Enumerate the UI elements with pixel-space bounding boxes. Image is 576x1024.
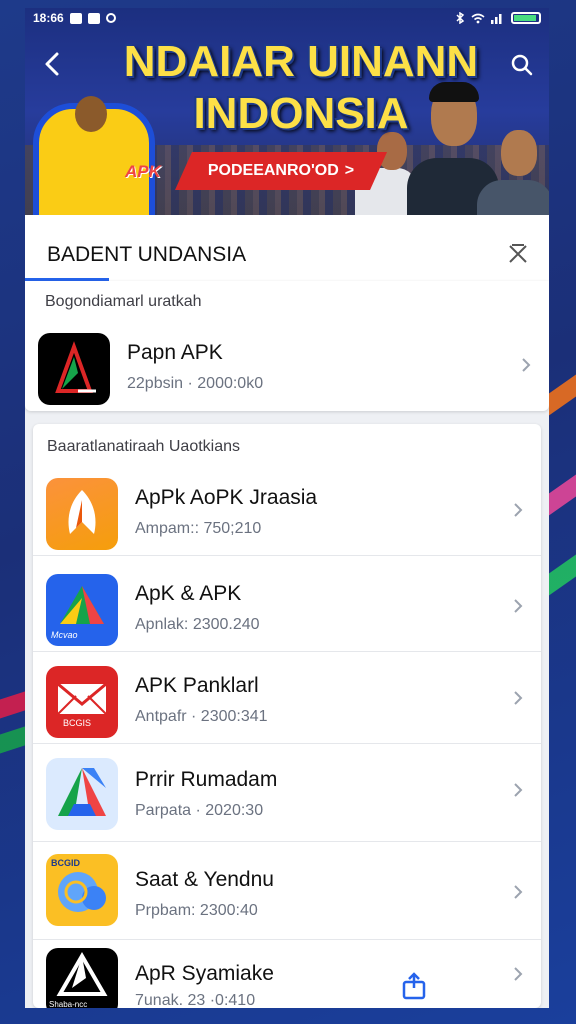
- list-item-meta: Apnlak: 2300.240: [135, 616, 260, 633]
- list-item[interactable]: BCGIS APK Panklarl Antpafr · 2300:341: [33, 652, 541, 744]
- list-item[interactable]: ApPk AoPK Jraasia Ampam:: 750;210: [33, 464, 541, 556]
- list-item-icon-caption: Mcvao: [51, 630, 78, 640]
- signal-icon: [491, 14, 502, 24]
- list-item-name: Prrir Rumadam: [135, 768, 278, 791]
- status-bar: 18:66: [25, 8, 549, 28]
- list-item[interactable]: Prrir Rumadam Parpata · 2020:30: [33, 744, 541, 842]
- list-item-meta: Parpata · 2020:30: [135, 802, 264, 819]
- banner-person-2-head: [501, 130, 537, 176]
- list-item-name: Saat & Yendnu: [135, 868, 274, 891]
- featured-app-icon: [38, 333, 110, 405]
- notification-icon: [69, 12, 82, 24]
- section-title-bar: BADENT UNDANSIA: [25, 215, 549, 282]
- chevron-right-icon: [514, 599, 523, 613]
- list-item-icon-caption: Shaba-ncc: [49, 1000, 88, 1008]
- banner-apk-tag: APK: [125, 162, 161, 181]
- battery-icon: [511, 12, 541, 24]
- chevron-right-icon: [522, 358, 531, 372]
- chevron-right-icon: [514, 885, 523, 899]
- share-icon[interactable]: [401, 972, 427, 1000]
- chevron-right-icon: [514, 503, 523, 517]
- promo-button[interactable]: PODEEANRO'OD >: [175, 152, 387, 190]
- list-item-name: ApK & APK: [135, 582, 242, 605]
- list-item-name: ApPk AoPK Jraasia: [135, 486, 318, 509]
- banner-player-head: [75, 96, 107, 132]
- phone-screen: NDAIAR UINANN INDONSIA APK PODEEANRO'OD …: [25, 8, 549, 1008]
- list-item-icon-caption: BCGID: [51, 858, 80, 868]
- featured-app-meta: 22pbsin · 2000:0k0: [127, 375, 264, 392]
- featured-section-label: Bogondiamarl uratkah: [45, 293, 202, 310]
- sync-icon: [105, 13, 116, 23]
- featured-card: Bogondiamarl uratkah Papn APK 22pbsin · …: [25, 281, 549, 411]
- banner-person-2: [477, 180, 549, 215]
- close-icon[interactable]: [507, 243, 529, 265]
- list-item-meta: Ampam:: 750;210: [135, 520, 262, 537]
- list-item-name: ApR Syamiake: [135, 962, 274, 985]
- promo-label: PODEEANRO'OD: [207, 162, 339, 179]
- list-item[interactable]: Shaba-ncc ApR Syamiake 7unak. 23 ·0:410: [33, 940, 541, 1008]
- list-item-meta: 7unak. 23 ·0:410: [135, 992, 256, 1008]
- promo-arrow-icon: >: [344, 162, 355, 179]
- black-triangle-icon: [46, 948, 118, 1008]
- page-title: BADENT UNDANSIA: [47, 243, 247, 266]
- banner-headline: NDAIAR UINANN INDONSIA: [123, 37, 479, 138]
- drive-triangle-icon: [46, 758, 118, 830]
- featured-app-row[interactable]: Papn APK 22pbsin · 2000:0k0: [25, 319, 549, 411]
- list-item-name: APK Panklarl: [135, 674, 259, 697]
- list-item-meta: Antpafr · 2300:341: [135, 708, 268, 725]
- list-item-meta: Prpbam: 2300:40: [135, 902, 258, 919]
- chevron-right-icon: [514, 967, 523, 981]
- notification-icon-2: [87, 12, 100, 24]
- chevron-right-icon: [514, 783, 523, 797]
- back-arrow-icon[interactable]: [41, 50, 65, 78]
- wifi-icon: [471, 13, 485, 23]
- list-item[interactable]: Mcvao ApK & APK Apnlak: 2300.240: [33, 560, 541, 652]
- search-icon[interactable]: [511, 54, 533, 76]
- status-time: 18:66: [33, 11, 64, 25]
- orange-pin-icon: [46, 478, 118, 550]
- list-section-label: Baaratlanatiraah Uaotkians: [47, 438, 241, 455]
- hero-banner: NDAIAR UINANN INDONSIA APK PODEEANRO'OD …: [25, 8, 549, 215]
- chevron-right-icon: [514, 691, 523, 705]
- bluetooth-icon: [456, 12, 465, 24]
- list-item[interactable]: BCGID Saat & Yendnu Prpbam: 2300:40: [33, 842, 541, 940]
- app-list-card: Baaratlanatiraah Uaotkians ApPk AoPK Jra…: [33, 424, 541, 1008]
- featured-app-name: Papn APK: [127, 341, 223, 364]
- list-item-icon-caption: BCGIS: [63, 718, 92, 728]
